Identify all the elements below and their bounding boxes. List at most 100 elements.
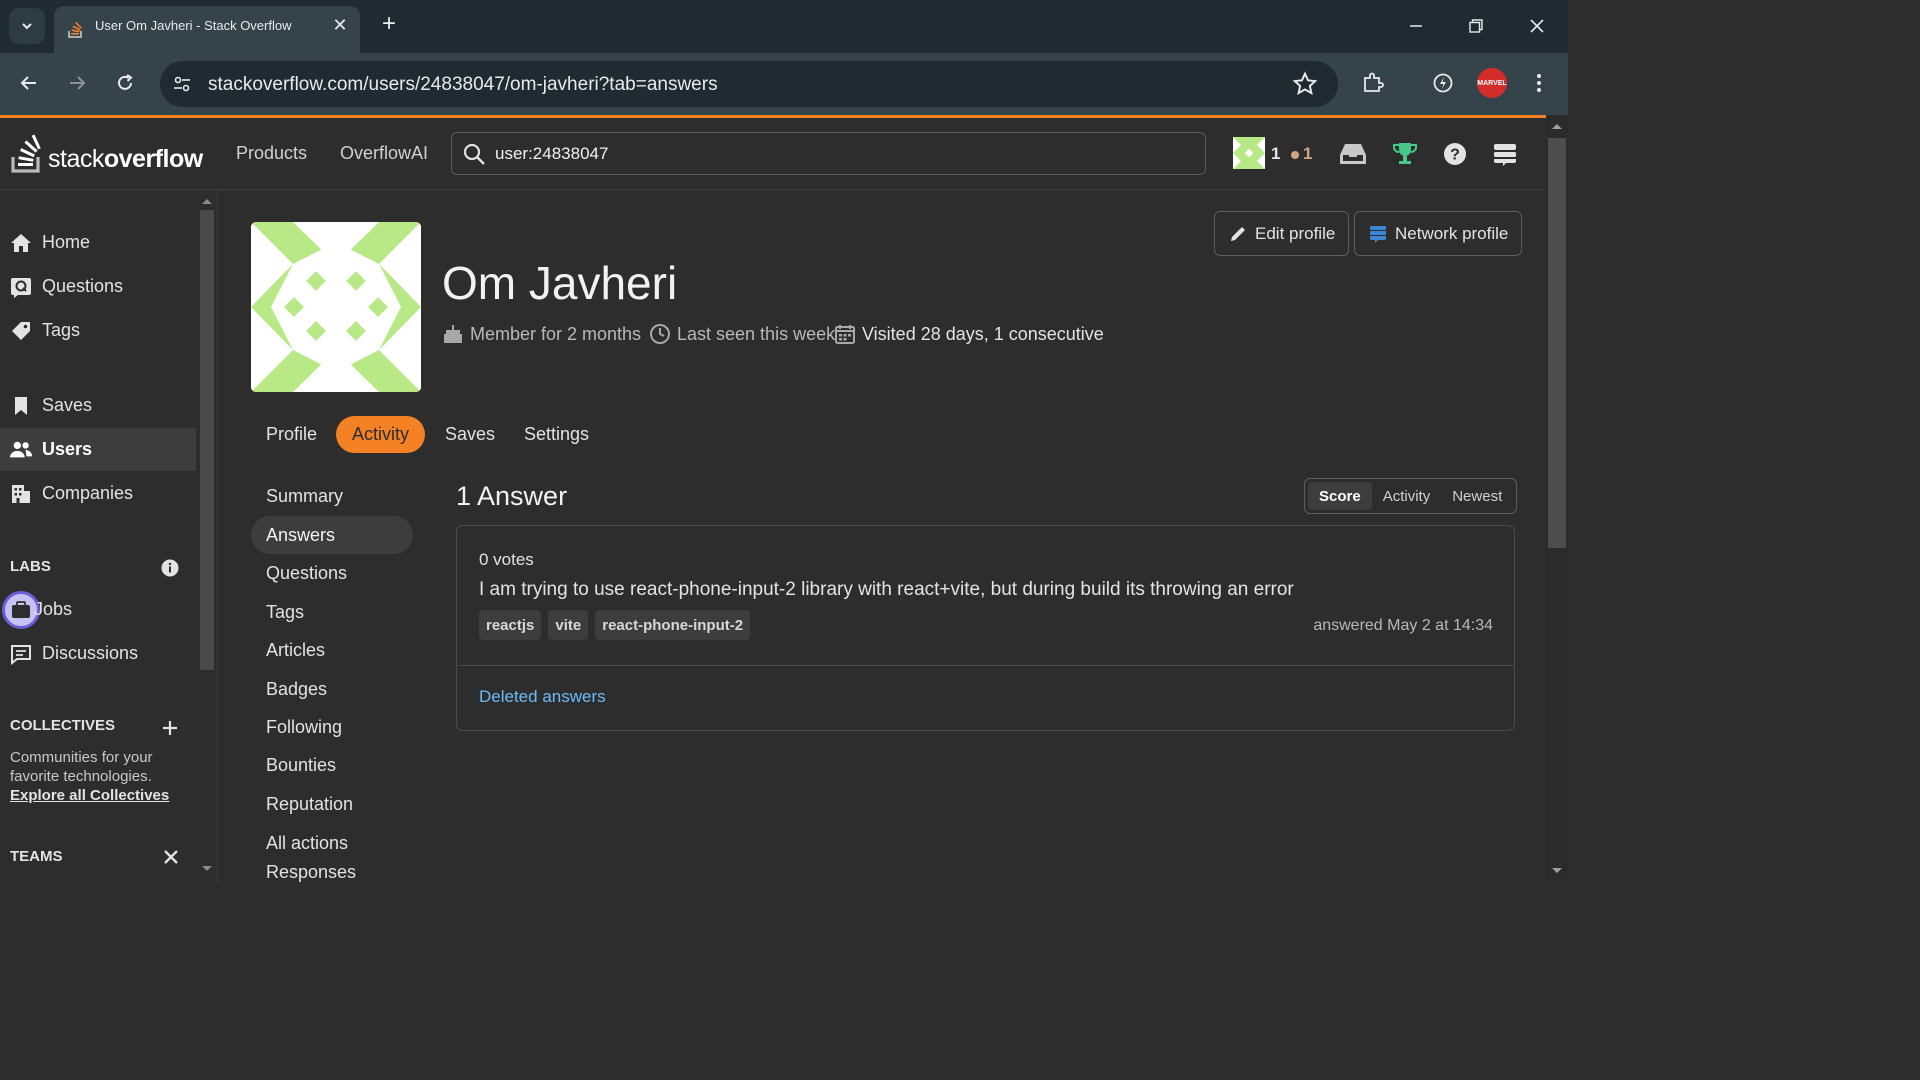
browser-menu-icon[interactable]: [1523, 67, 1555, 99]
stackoverflow-logo[interactable]: stackoverflow: [10, 130, 203, 174]
deleted-answers-link[interactable]: Deleted answers: [479, 687, 606, 707]
teams-heading: TEAMS: [10, 848, 63, 865]
sidebar-item-questions[interactable]: Questions: [0, 265, 196, 308]
nav-overflowai[interactable]: OverflowAI: [340, 143, 428, 164]
arrow-left-icon: [20, 76, 36, 90]
activity-nav-summary[interactable]: Summary: [251, 477, 413, 515]
answer-question-title-link[interactable]: I am trying to use react-phone-input-2 l…: [479, 579, 1294, 601]
tab-profile[interactable]: Profile: [250, 416, 333, 453]
search-input[interactable]: user:24838047: [451, 132, 1206, 175]
collectives-description-line-1: Communities for your: [10, 749, 153, 766]
sort-newest-button[interactable]: Newest: [1441, 482, 1513, 510]
tab-settings[interactable]: Settings: [508, 416, 605, 453]
minimize-window-icon[interactable]: [1402, 13, 1430, 39]
main-content: Om Javheri Member for 2 months Last seen…: [219, 190, 1546, 882]
achievements-trophy-icon[interactable]: [1390, 139, 1420, 169]
browser-tab-active[interactable]: User Om Javheri - Stack Overflow ✕: [54, 6, 360, 53]
page-scrollbar-thumb[interactable]: [1548, 138, 1566, 548]
tab-search-button[interactable]: [9, 8, 45, 44]
inbox-icon[interactable]: [1338, 139, 1368, 169]
activity-nav-articles[interactable]: Articles: [251, 631, 413, 669]
browser-tab-bar: User Om Javheri - Stack Overflow ✕ +: [0, 0, 1568, 53]
collectives-description-line-2: favorite technologies.: [10, 768, 152, 785]
edit-profile-button[interactable]: Edit profile: [1214, 211, 1350, 256]
sidebar-item-label: Tags: [42, 320, 81, 340]
sidebar-item-saves[interactable]: Saves: [0, 384, 196, 427]
scroll-up-arrow-icon[interactable]: [200, 196, 214, 206]
search-icon: [463, 143, 485, 165]
visited-text: Visited 28 days, 1 consecutive: [862, 323, 1104, 344]
performance-icon[interactable]: [1427, 67, 1459, 99]
activity-nav-tags[interactable]: Tags: [251, 593, 413, 631]
explore-collectives-link[interactable]: Explore all Collectives: [10, 787, 169, 804]
sidebar-item-discussions[interactable]: Discussions: [0, 632, 196, 675]
network-profile-button[interactable]: Network profile: [1354, 211, 1523, 256]
identicon-image: [251, 222, 421, 392]
activity-nav-following[interactable]: Following: [251, 708, 413, 746]
activity-nav-bounties[interactable]: Bounties: [251, 746, 413, 784]
bronze-badge-count[interactable]: 1: [1303, 144, 1312, 164]
activity-nav-questions[interactable]: Questions: [251, 554, 413, 592]
sidebar-item-jobs[interactable]: Jobs: [0, 588, 196, 631]
tag-reactjs[interactable]: reactjs: [479, 610, 542, 640]
sidebar-item-home[interactable]: Home: [0, 221, 196, 264]
sidebar-item-tags[interactable]: Tags: [0, 309, 196, 352]
bookmark-star-icon[interactable]: [1292, 71, 1318, 97]
add-collective-icon[interactable]: [161, 719, 179, 737]
sidebar-scrollbar-thumb[interactable]: [200, 210, 214, 670]
answer-tags: reactjs vite react-phone-input-2: [479, 610, 751, 640]
activity-nav-answers[interactable]: Answers: [251, 516, 413, 554]
reputation-count[interactable]: 1: [1271, 144, 1280, 164]
help-icon[interactable]: ?: [1440, 139, 1470, 169]
card-divider: [457, 665, 1514, 666]
answers-count-title: 1 Answer: [456, 481, 568, 511]
member-for-text: Member for 2 months: [470, 323, 642, 344]
nav-products[interactable]: Products: [236, 143, 307, 164]
url-text[interactable]: stackoverflow.com/users/24838047/om-javh…: [208, 74, 718, 96]
sidebar-item-label: Saves: [42, 395, 93, 415]
browser-profile-avatar[interactable]: MARVEL: [1477, 68, 1507, 98]
profile-avatar: [251, 222, 421, 392]
activity-nav-badges[interactable]: Badges: [251, 670, 413, 708]
stackexchange-icon: [1370, 225, 1386, 243]
calendar-icon: [835, 325, 855, 344]
page-scroll-up-icon[interactable]: [1551, 121, 1563, 131]
stackoverflow-favicon-icon: [68, 21, 82, 38]
close-tab-icon[interactable]: ✕: [330, 16, 350, 36]
search-value[interactable]: user:24838047: [495, 144, 608, 164]
close-window-icon[interactable]: [1523, 13, 1551, 39]
sidebar-item-companies[interactable]: Companies: [0, 472, 196, 515]
activity-nav-reputation[interactable]: Reputation: [251, 785, 413, 823]
new-tab-button[interactable]: +: [376, 12, 402, 38]
sort-activity-button[interactable]: Activity: [1372, 482, 1442, 510]
stackoverflow-logo-icon: [11, 134, 41, 173]
answer-timestamp[interactable]: answered May 2 at 14:34: [1313, 617, 1493, 635]
tab-title: User Om Javheri - Stack Overflow: [95, 18, 292, 33]
bronze-badge-icon: [1291, 151, 1299, 159]
tab-activity[interactable]: Activity: [336, 416, 426, 453]
site-switcher-icon[interactable]: [1490, 139, 1520, 169]
user-avatar[interactable]: [1233, 137, 1265, 169]
site-settings-icon[interactable]: [170, 72, 194, 96]
sidebar-item-users[interactable]: Users: [0, 428, 196, 471]
extensions-icon[interactable]: [1357, 67, 1389, 99]
cake-icon: [444, 325, 462, 343]
reload-button[interactable]: [109, 67, 141, 99]
activity-nav-all-actions[interactable]: All actions: [251, 824, 413, 862]
reload-icon: [118, 74, 133, 90]
page-scroll-down-icon[interactable]: [1551, 866, 1563, 876]
tab-saves[interactable]: Saves: [429, 416, 511, 453]
tag-react-phone-input-2[interactable]: react-phone-input-2: [595, 610, 751, 640]
forward-button[interactable]: [61, 67, 93, 99]
address-bar[interactable]: stackoverflow.com/users/24838047/om-javh…: [160, 61, 1338, 107]
back-button[interactable]: [13, 67, 45, 99]
scroll-down-arrow-icon[interactable]: [200, 864, 214, 874]
sidebar-item-label: Users: [42, 439, 93, 459]
info-icon[interactable]: [161, 559, 179, 577]
sort-score-button[interactable]: Score: [1308, 482, 1372, 510]
tag-vite[interactable]: vite: [548, 610, 589, 640]
close-teams-icon[interactable]: [162, 848, 180, 866]
restore-window-icon[interactable]: [1462, 13, 1490, 39]
profile-display-name: Om Javheri: [442, 257, 678, 309]
activity-nav-responses[interactable]: Responses: [251, 862, 413, 882]
